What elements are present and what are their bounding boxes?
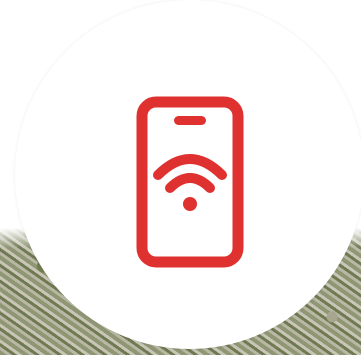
wifi-dot [183,197,197,211]
wifi-arc-outer [153,154,227,180]
phone-wifi-icon [136,96,244,268]
phone-speaker-slot [174,116,206,125]
wifi-arc-inner [165,173,215,193]
